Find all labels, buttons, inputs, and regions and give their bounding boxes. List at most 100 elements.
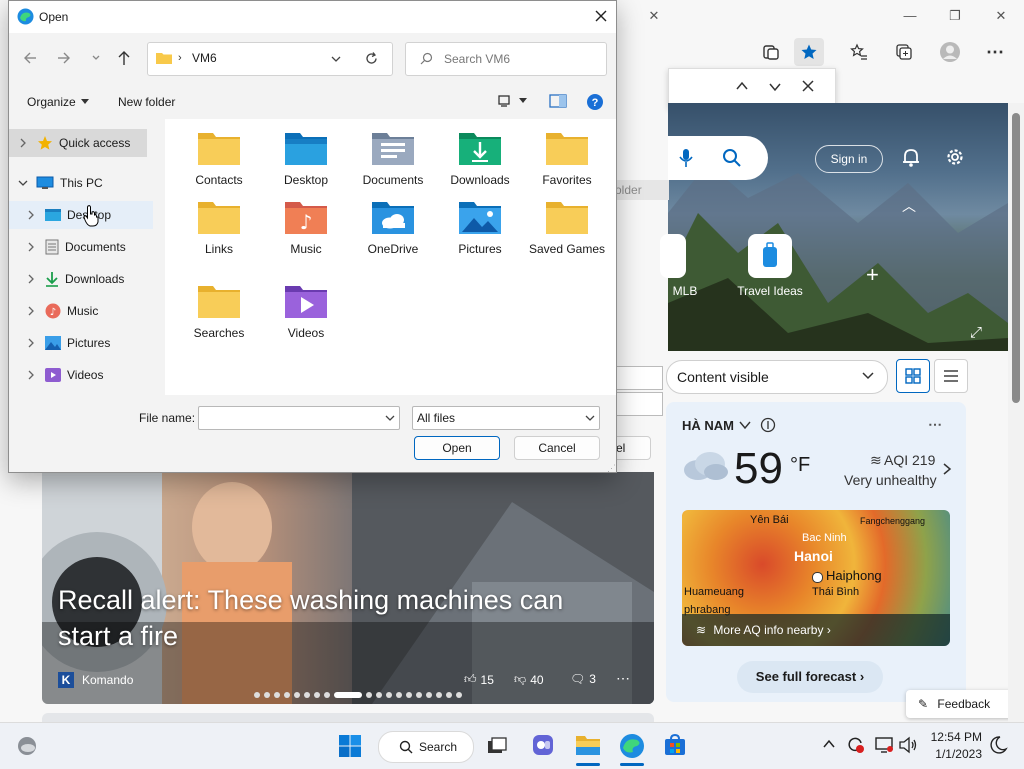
resize-grip-icon[interactable]: ⋰ — [607, 463, 616, 474]
minimize-icon[interactable]: — — [898, 6, 922, 26]
nav-item-videos[interactable]: Videos — [9, 361, 153, 389]
file-item-favorites[interactable]: Favorites — [527, 119, 607, 188]
find-previous-icon[interactable] — [735, 79, 749, 93]
weather-more-icon[interactable]: ⋯ — [928, 416, 942, 433]
nav-item-documents[interactable]: Documents — [9, 233, 153, 261]
folder-search-box[interactable]: Search VM6 — [405, 42, 607, 76]
breadcrumb-current-folder[interactable]: VM6 — [192, 51, 217, 65]
sign-in-button[interactable]: Sign in — [815, 145, 883, 173]
expand-chevron-icon[interactable] — [27, 306, 41, 316]
nav-item-music[interactable]: ♪ Music — [9, 297, 153, 325]
new-folder-button[interactable]: New folder — [118, 95, 175, 109]
file-type-select[interactable]: All files — [412, 406, 600, 430]
find-next-icon[interactable] — [768, 80, 782, 94]
expand-chevron-icon[interactable] — [27, 274, 41, 284]
clock-date[interactable]: 1/1/2023 — [930, 747, 982, 761]
expand-chevron-icon[interactable] — [27, 338, 41, 348]
grid-view-icon[interactable] — [896, 359, 930, 393]
file-item-onedrive[interactable]: OneDrive — [353, 188, 433, 257]
find-close-icon[interactable] — [801, 79, 815, 93]
teams-chat-icon[interactable] — [531, 733, 555, 757]
nav-item-this-pc[interactable]: This PC — [9, 169, 153, 197]
microsoft-store-icon[interactable] — [663, 733, 687, 757]
widgets-icon[interactable] — [16, 735, 38, 757]
news-more-icon[interactable]: ⋯ — [616, 670, 630, 687]
show-hidden-icons-chevron-icon[interactable] — [822, 738, 836, 750]
file-item-desktop[interactable]: Desktop — [266, 119, 346, 188]
start-windows-icon[interactable] — [338, 734, 362, 758]
like-button[interactable]: 👍︎ 15 — [464, 672, 494, 687]
up-arrow-icon[interactable] — [117, 50, 131, 66]
scrollbar-thumb[interactable] — [1012, 113, 1020, 403]
back-arrow-icon[interactable] — [23, 51, 37, 65]
news-card[interactable]: Recall alert: These washing machines can… — [42, 472, 654, 704]
page-scrollbar[interactable] — [1008, 103, 1024, 722]
web-search-box[interactable] — [668, 136, 768, 180]
change-view-button[interactable] — [497, 94, 527, 108]
air-quality-map[interactable]: Yên Bái Fangchenggang Bac Ninh Hanoi Hai… — [682, 510, 950, 646]
taskbar-search-button[interactable]: Search — [378, 731, 474, 763]
file-item-videos[interactable]: Videos — [266, 272, 346, 341]
task-view-icon[interactable] — [486, 735, 508, 757]
dialog-titlebar[interactable]: Open — [9, 1, 616, 33]
tile-travel-ideas-label[interactable]: Travel Ideas — [732, 284, 808, 298]
temperature-unit[interactable]: °F — [790, 454, 810, 477]
file-name-input[interactable] — [198, 406, 400, 430]
close-tab-icon[interactable]: ✕ — [642, 6, 666, 26]
news-source[interactable]: Komando — [82, 673, 133, 687]
collections-icon[interactable] — [756, 38, 786, 66]
collapse-chevron-icon[interactable] — [18, 179, 32, 187]
location-chevron-icon[interactable] — [738, 418, 752, 432]
location-pin-icon[interactable] — [760, 417, 776, 433]
file-explorer-icon[interactable] — [575, 733, 601, 757]
weather-location[interactable]: HÀ NAM — [682, 418, 734, 433]
file-item-searches[interactable]: Searches — [179, 272, 259, 341]
expand-icon[interactable]: ⤢ — [970, 324, 982, 341]
help-icon[interactable]: ? — [586, 93, 604, 111]
nav-item-desktop[interactable]: Desktop — [9, 201, 153, 229]
file-item-music[interactable]: ♪ Music — [266, 188, 346, 257]
carousel-dots[interactable] — [254, 692, 462, 698]
open-button[interactable]: Open — [414, 436, 500, 460]
content-visible-dropdown[interactable]: Content visible — [666, 360, 888, 394]
chevron-down-icon[interactable] — [385, 413, 395, 423]
file-item-saved-games[interactable]: Saved Games — [527, 188, 607, 257]
list-view-icon[interactable] — [934, 359, 968, 393]
expand-chevron-icon[interactable] — [19, 138, 33, 148]
more-aq-info-link[interactable]: ≋ More AQ info nearby › — [682, 614, 950, 646]
collections-add-icon[interactable] — [889, 38, 919, 66]
restore-icon[interactable]: ❐ — [943, 6, 967, 26]
add-tile-icon[interactable]: + — [866, 262, 879, 288]
aqi-chevron-right-icon[interactable] — [942, 462, 952, 476]
more-menu-icon[interactable]: ⋯ — [980, 38, 1010, 66]
profile-avatar[interactable] — [935, 38, 965, 66]
collapse-chevron-icon[interactable]: ︿ — [902, 196, 916, 216]
nav-item-quick-access[interactable]: Quick access — [9, 129, 147, 157]
preview-pane-icon[interactable] — [549, 94, 567, 108]
expand-chevron-icon[interactable] — [27, 242, 41, 252]
volume-icon[interactable] — [898, 736, 918, 754]
file-item-pictures[interactable]: Pictures — [440, 188, 520, 257]
forward-arrow-icon[interactable] — [57, 51, 71, 65]
sync-error-icon[interactable] — [846, 735, 866, 755]
microphone-icon[interactable] — [678, 148, 694, 168]
expand-chevron-icon[interactable] — [27, 370, 41, 380]
tile-mlb-label[interactable]: MLB — [664, 284, 706, 298]
organize-button[interactable]: Organize — [27, 95, 89, 109]
search-icon[interactable] — [722, 148, 742, 168]
expand-chevron-icon[interactable] — [27, 210, 41, 220]
favorites-list-icon[interactable] — [844, 38, 874, 66]
file-item-contacts[interactable]: Contacts — [179, 119, 259, 188]
nav-item-downloads[interactable]: Downloads — [9, 265, 153, 293]
news-headline[interactable]: Recall alert: These washing machines can… — [58, 582, 618, 654]
dialog-close-icon[interactable] — [593, 8, 609, 24]
feedback-button[interactable]: ✎ Feedback — [906, 690, 1016, 718]
close-browser-icon[interactable]: ✕ — [989, 6, 1013, 26]
nav-item-pictures[interactable]: Pictures — [9, 329, 153, 357]
cancel-button[interactable]: Cancel — [514, 436, 600, 460]
settings-gear-icon[interactable] — [944, 146, 966, 168]
refresh-icon[interactable] — [364, 51, 379, 66]
file-item-links[interactable]: Links — [179, 188, 259, 257]
address-dropdown-icon[interactable] — [330, 53, 342, 65]
file-item-downloads[interactable]: Downloads — [440, 119, 520, 188]
